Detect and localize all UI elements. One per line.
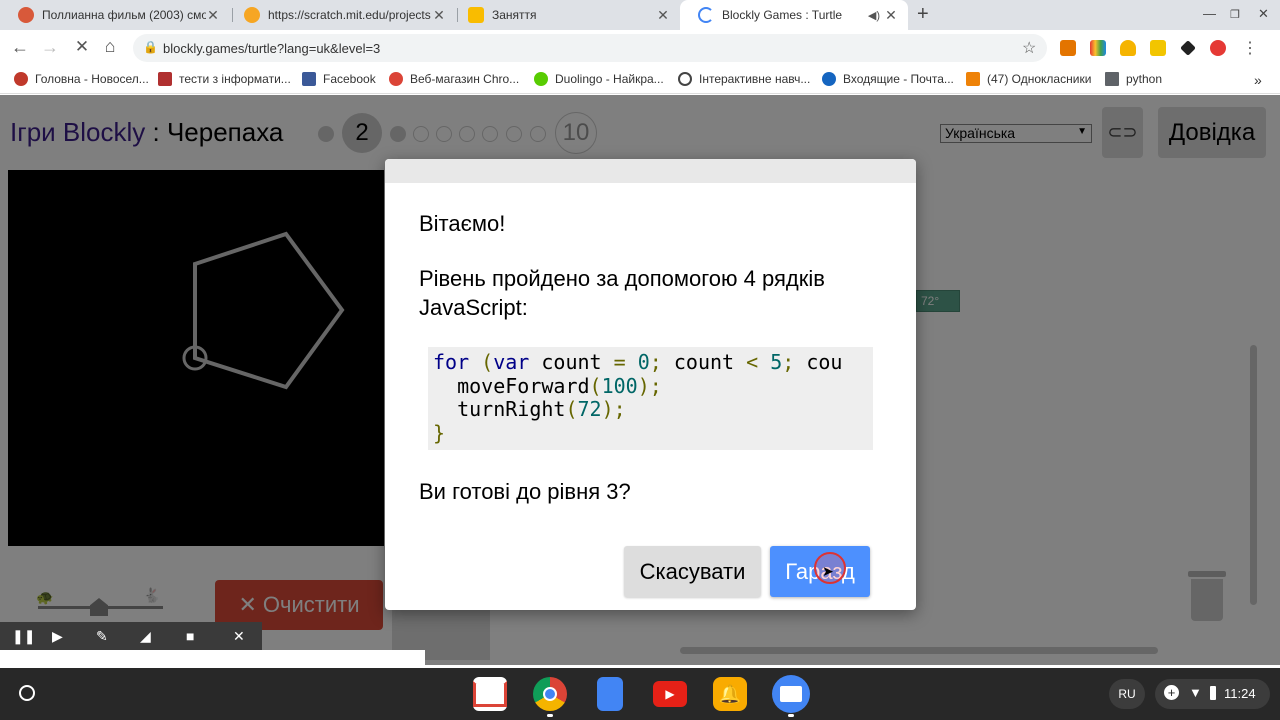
lock-extension-icon[interactable] [1120,40,1136,56]
camera-icon[interactable]: ■ [186,628,194,644]
lock-icon: 🔒 [143,40,158,54]
recorder-toolbar: ❚❚ ▶ ✎ ◢ ■ ✕ [0,622,262,652]
new-tab-button[interactable]: + [917,3,929,26]
dialog-message-line1: Рівень пройдено за допомогою 4 рядків [419,266,825,291]
close-tab-icon[interactable]: ✕ [656,7,670,24]
bookmark-item[interactable]: тести з інформати... [158,72,291,86]
bookmark-item[interactable]: Інтерактивне навч... [678,72,810,86]
close-tab-icon[interactable]: ✕ [206,7,220,24]
highlighter-icon[interactable]: ◢ [140,628,151,645]
dialog-heading: Вітаємо! [419,211,506,236]
tab-classroom[interactable]: Заняття ✕ [450,0,680,30]
bookmark-item[interactable]: Входящие - Почта... [822,72,954,86]
close-tab-icon[interactable]: ✕ [884,7,898,24]
launcher-icon[interactable] [19,685,35,701]
classroom-icon [468,7,484,23]
odnoklassniki-icon [966,72,980,86]
stop-loading-icon[interactable]: ✕ [72,37,92,57]
forward-icon[interactable]: → [40,37,60,58]
bookmark-item[interactable]: Facebook [302,72,376,86]
notification-bell-icon[interactable]: 🔔 [713,677,747,711]
bookmark-item[interactable]: Duolingo - Найкра... [534,72,664,86]
site-icon [14,72,28,86]
clock: 11:24 [1224,686,1256,701]
loading-spinner-icon [698,7,714,23]
tab-strip: Поллианна фильм (2003) смот ✕ https://sc… [0,0,1280,30]
wifi-icon: ▼ [1189,685,1202,700]
pencil-icon[interactable]: ✎ [96,628,108,645]
files-icon[interactable] [772,675,810,713]
mouse-cursor-icon: ➤ [822,563,834,579]
mail-icon [822,72,836,86]
home-icon[interactable]: ⌂ [100,36,120,57]
movie-site-icon [18,7,34,23]
close-tab-icon[interactable]: ✕ [432,7,446,24]
minimize-icon[interactable]: — [1203,6,1216,21]
gmail-icon[interactable] [473,677,507,711]
code-block: for (var count = 0; count < 5; cou moveF… [428,347,873,450]
bookmark-item[interactable]: Веб-магазин Chro... [389,72,519,86]
status-strip [0,650,425,666]
youtube-icon[interactable]: ▶ [653,681,687,707]
add-icon: + [1164,685,1179,700]
extension-icon[interactable] [1090,40,1106,56]
folder-icon [1105,72,1119,86]
site-icon [158,72,172,86]
window-close-icon[interactable]: ✕ [1258,6,1269,22]
os-shelf [0,668,1280,720]
input-method-indicator[interactable]: RU [1109,679,1145,709]
restore-icon[interactable]: ❐ [1230,8,1240,21]
level-complete-dialog: Вітаємо! Рівень пройдено за допомогою 4 … [385,159,916,610]
speaker-icon[interactable]: ◀) [868,9,880,22]
extension-icon[interactable] [1060,40,1076,56]
back-icon[interactable]: ← [10,37,30,58]
system-tray[interactable]: + ▼ 11:24 [1155,679,1270,709]
globe-icon [678,72,692,86]
bookmark-item[interactable]: Головна - Новосел... [14,72,149,86]
scratch-icon [244,7,260,23]
google-docs-icon[interactable] [597,677,623,711]
pointer-icon[interactable]: ▶ [52,628,63,645]
dialog-message-line2: JavaScript: [419,295,528,320]
chrome-icon[interactable] [533,677,567,711]
extension-icon[interactable] [1150,40,1166,56]
menu-icon[interactable]: ⋮ [1240,38,1260,58]
tab-scratch[interactable]: https://scratch.mit.edu/projects ✕ [226,0,456,30]
bookmark-item[interactable]: (47) Однокласники [966,72,1091,86]
tab-blockly-turtle[interactable]: Blockly Games : Turtle ◀) ✕ [680,0,908,30]
bookmark-item[interactable]: python [1105,72,1162,86]
battery-icon [1210,686,1216,700]
facebook-icon [302,72,316,86]
cancel-button[interactable]: Скасувати [624,546,761,597]
running-indicator [788,714,794,717]
url-text: blockly.games/turtle?lang=uk&level=3 [163,41,381,56]
extension-icon[interactable] [1210,40,1226,56]
pause-icon[interactable]: ❚❚ [12,628,35,645]
running-indicator [547,714,553,717]
address-bar[interactable]: 🔒 blockly.games/turtle?lang=uk&level=3 ☆ [133,34,1047,62]
chrome-store-icon [389,72,403,86]
close-recorder-icon[interactable]: ✕ [233,628,245,645]
more-bookmarks-icon[interactable]: » [1254,72,1262,88]
dialog-header [385,159,916,183]
tab-pollyanna[interactable]: Поллианна фильм (2003) смот ✕ [0,0,230,30]
duolingo-icon [534,72,548,86]
dialog-question: Ви готові до рівня 3? [419,479,631,504]
bookmark-star-icon[interactable]: ☆ [1022,38,1036,58]
